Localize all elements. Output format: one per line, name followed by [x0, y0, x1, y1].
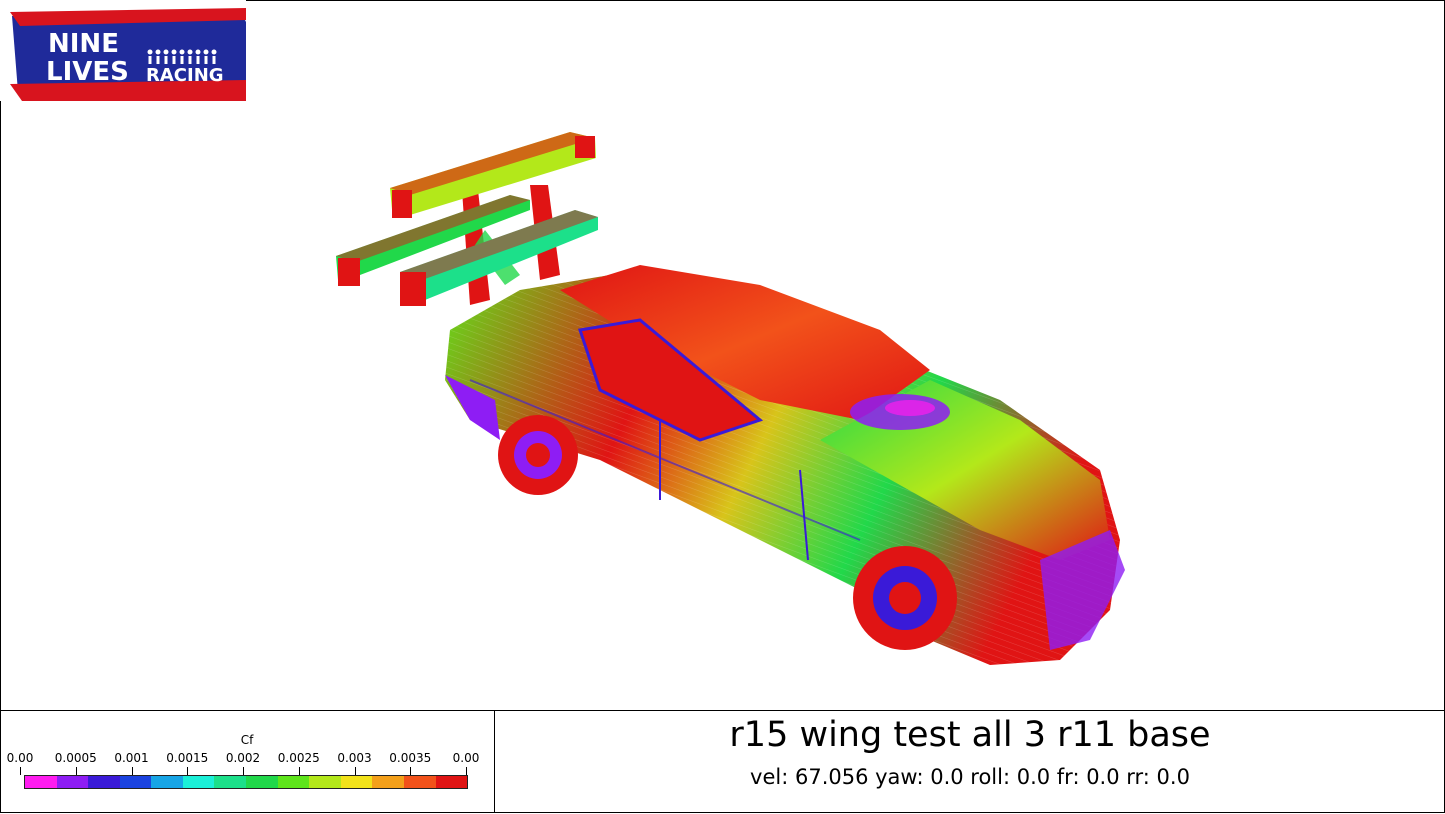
- colorbar-swatch: [151, 776, 183, 788]
- logo-text-lives: LIVES: [46, 57, 129, 87]
- logo-text-racing: RACING: [146, 65, 224, 86]
- legend-tick-mark: [466, 767, 467, 775]
- car-model: [445, 265, 1125, 665]
- bottom-panel: Cf 0.00 0.0005 0.001 0.0015 0.002 0.0025 0.003…: [0, 710, 1445, 814]
- colorbar-swatch: [372, 776, 404, 788]
- legend-tick-mark: [187, 767, 189, 775]
- colorbar-swatch: [277, 776, 310, 788]
- logo-figures: [147, 49, 217, 64]
- legend-tick-mark: [75, 767, 77, 775]
- legend-tick-mark: [354, 767, 356, 775]
- legend-tick-label: 0.0015: [166, 751, 209, 765]
- legend-tick-label: 0.002: [225, 751, 261, 765]
- legend-tick-mark: [131, 767, 133, 775]
- colorbar-swatch: [403, 776, 436, 788]
- colorbar-swatch: [119, 776, 152, 788]
- team-logo: NINE LIVES RACING: [0, 0, 246, 101]
- legend-tick-label: 0.001: [114, 751, 149, 765]
- colorbar-swatch: [25, 776, 57, 788]
- legend-tick-mark: [20, 767, 21, 775]
- render-viewport[interactable]: [0, 0, 1445, 710]
- color-legend: Cf 0.00 0.0005 0.001 0.0015 0.002 0.0025 0.003…: [0, 711, 495, 813]
- rear-wing-assembly: [336, 132, 598, 306]
- colorbar-swatch: [182, 776, 215, 788]
- logo-text-nine: NINE: [48, 29, 119, 59]
- run-info: r15 wing test all 3 r11 base vel: 67.056…: [495, 711, 1445, 813]
- legend-tick-label: 0.0005: [54, 751, 97, 765]
- legend-tick-label: 0.003: [337, 751, 372, 765]
- legend-tick-label: 0.0025: [277, 751, 320, 765]
- legend-tick-label: 0.0035: [389, 751, 432, 765]
- legend-title: Cf: [240, 733, 254, 747]
- legend-tick-mark: [298, 767, 300, 775]
- colorbar-swatch: [246, 776, 278, 788]
- colorbar: [24, 775, 468, 789]
- colorbar-swatch: [309, 776, 341, 788]
- colorbar-swatch: [214, 776, 247, 788]
- colorbar-swatch: [435, 776, 468, 788]
- legend-tick-label: 0.00: [452, 751, 480, 765]
- run-parameters: vel: 67.056 yaw: 0.0 roll: 0.0 fr: 0.0 r…: [750, 765, 1190, 789]
- colorbar-swatch: [56, 776, 89, 788]
- legend-tick-label: 0.00: [6, 751, 34, 765]
- colorbar-swatch: [88, 776, 120, 788]
- legend-tick-mark: [243, 767, 244, 775]
- colorbar-swatch: [340, 776, 373, 788]
- run-title: r15 wing test all 3 r11 base: [729, 715, 1211, 755]
- legend-tick-mark: [410, 767, 412, 775]
